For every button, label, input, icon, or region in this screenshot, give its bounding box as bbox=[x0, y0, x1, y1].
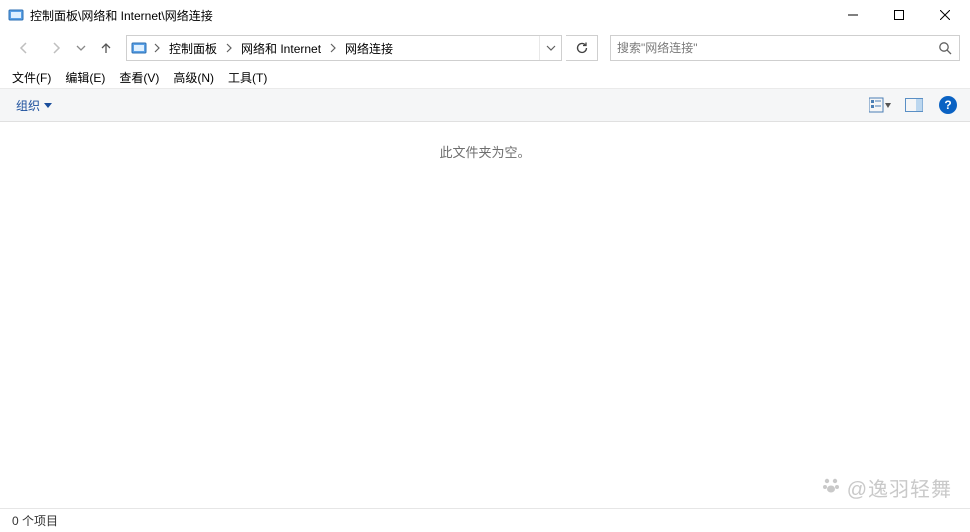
back-button[interactable] bbox=[10, 34, 38, 62]
breadcrumb-item[interactable]: 网络连接 bbox=[339, 36, 399, 60]
content-area: 此文件夹为空。 bbox=[0, 142, 970, 512]
menu-edit[interactable]: 编辑(E) bbox=[59, 67, 111, 88]
search-box[interactable] bbox=[610, 35, 960, 61]
organize-label: 组织 bbox=[16, 97, 40, 114]
address-bar[interactable]: 控制面板 网络和 Internet 网络连接 bbox=[126, 35, 562, 61]
control-panel-icon bbox=[8, 7, 24, 23]
up-button[interactable] bbox=[92, 34, 120, 62]
menu-file[interactable]: 文件(F) bbox=[6, 67, 57, 88]
preview-pane-button[interactable] bbox=[902, 93, 926, 117]
breadcrumb-item[interactable]: 网络和 Internet bbox=[235, 36, 327, 60]
navigation-bar: 控制面板 网络和 Internet 网络连接 bbox=[0, 30, 970, 66]
status-text: 0 个项目 bbox=[12, 512, 58, 529]
title-bar: 控制面板\网络和 Internet\网络连接 bbox=[0, 0, 970, 30]
address-dropdown-button[interactable] bbox=[539, 36, 561, 60]
organize-button[interactable]: 组织 bbox=[10, 94, 54, 117]
search-button[interactable] bbox=[931, 36, 959, 60]
search-input[interactable] bbox=[611, 41, 931, 55]
menu-bar: 文件(F) 编辑(E) 查看(V) 高级(N) 工具(T) bbox=[0, 66, 970, 88]
window-title: 控制面板\网络和 Internet\网络连接 bbox=[30, 7, 213, 24]
help-icon: ? bbox=[939, 96, 957, 114]
empty-folder-message: 此文件夹为空。 bbox=[0, 142, 970, 161]
forward-button[interactable] bbox=[42, 34, 70, 62]
close-button[interactable] bbox=[922, 0, 968, 30]
command-bar-right: ? bbox=[868, 93, 960, 117]
refresh-button[interactable] bbox=[566, 35, 598, 61]
chevron-right-icon[interactable] bbox=[223, 36, 235, 60]
menu-view[interactable]: 查看(V) bbox=[113, 67, 165, 88]
chevron-down-icon bbox=[44, 98, 52, 112]
view-options-button[interactable] bbox=[868, 93, 892, 117]
breadcrumb-item[interactable]: 控制面板 bbox=[163, 36, 223, 60]
watermark: @逸羽轻舞 bbox=[821, 473, 952, 502]
watermark-text: @逸羽轻舞 bbox=[847, 473, 952, 502]
menu-advanced[interactable]: 高级(N) bbox=[167, 67, 220, 88]
status-bar: 0 个项目 bbox=[0, 508, 970, 532]
maximize-button[interactable] bbox=[876, 0, 922, 30]
network-connections-icon bbox=[131, 40, 147, 56]
command-bar: 组织 ? bbox=[0, 88, 970, 122]
chevron-right-icon[interactable] bbox=[151, 36, 163, 60]
paw-icon bbox=[821, 475, 841, 500]
chevron-right-icon[interactable] bbox=[327, 36, 339, 60]
menu-tools[interactable]: 工具(T) bbox=[222, 67, 273, 88]
recent-locations-button[interactable] bbox=[74, 43, 88, 53]
minimize-button[interactable] bbox=[830, 0, 876, 30]
help-button[interactable]: ? bbox=[936, 93, 960, 117]
